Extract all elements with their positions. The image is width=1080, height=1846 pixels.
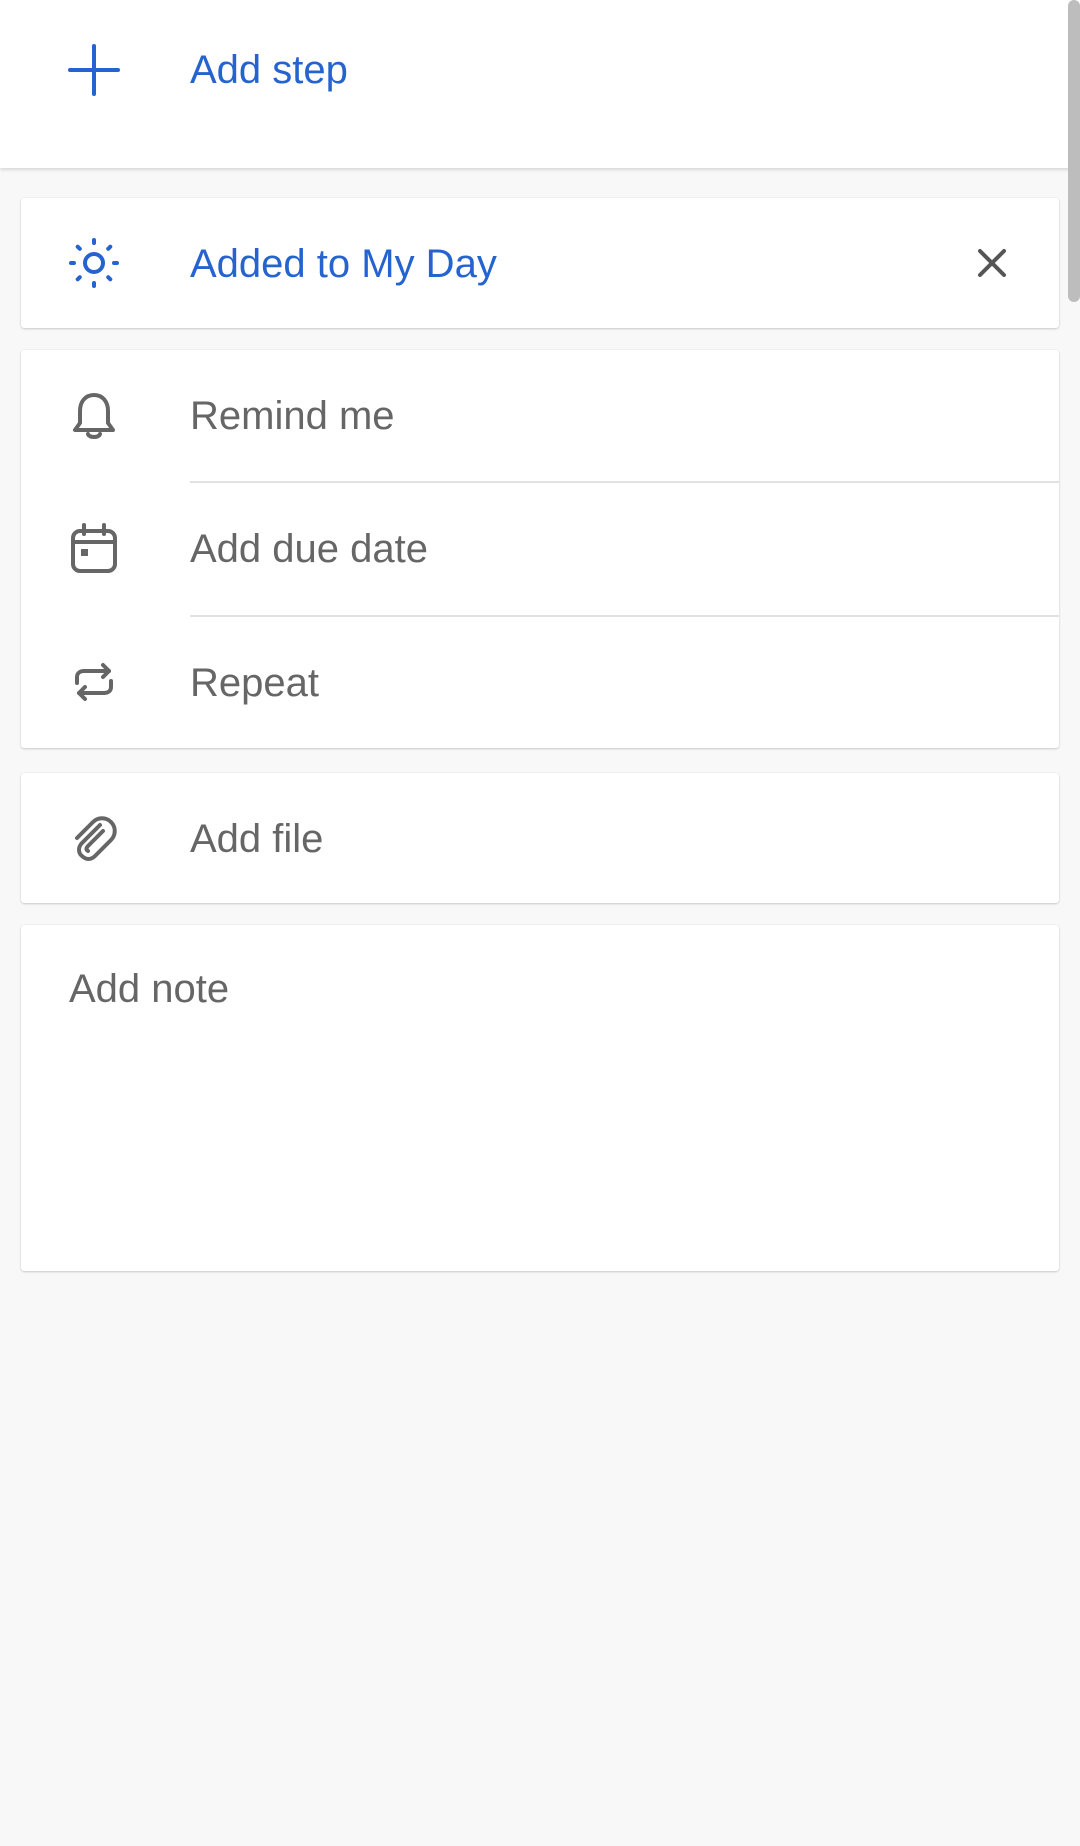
add-step-bar: Add step — [0, 0, 1080, 168]
repeat-icon — [67, 655, 121, 709]
calendar-icon — [67, 522, 121, 576]
my-day-row[interactable]: Added to My Day — [21, 198, 921, 328]
my-day-label: Added to My Day — [190, 242, 497, 286]
close-icon[interactable] — [965, 236, 1019, 290]
add-file-card: Add file — [21, 773, 1059, 903]
sun-icon — [67, 236, 121, 290]
paperclip-icon — [67, 811, 121, 865]
remind-me-label: Remind me — [190, 394, 395, 438]
note-card — [21, 925, 1059, 1271]
add-step-button[interactable]: Add step — [0, 0, 1060, 140]
add-file-row[interactable]: Add file — [21, 773, 1059, 903]
add-file-label: Add file — [190, 817, 324, 861]
add-step-label: Add step — [190, 48, 348, 92]
schedule-card: Remind me Add due date Repeat — [21, 350, 1059, 748]
due-date-row[interactable]: Add due date — [21, 483, 1059, 615]
plus-icon — [67, 43, 121, 97]
my-day-card: Added to My Day — [21, 198, 1059, 328]
remind-me-row[interactable]: Remind me — [21, 350, 1059, 482]
scrollbar[interactable] — [1068, 0, 1080, 302]
repeat-label: Repeat — [190, 661, 319, 705]
repeat-row[interactable]: Repeat — [21, 617, 1059, 748]
due-date-label: Add due date — [190, 527, 428, 571]
note-input[interactable] — [69, 965, 1009, 1245]
bell-icon — [67, 389, 121, 443]
